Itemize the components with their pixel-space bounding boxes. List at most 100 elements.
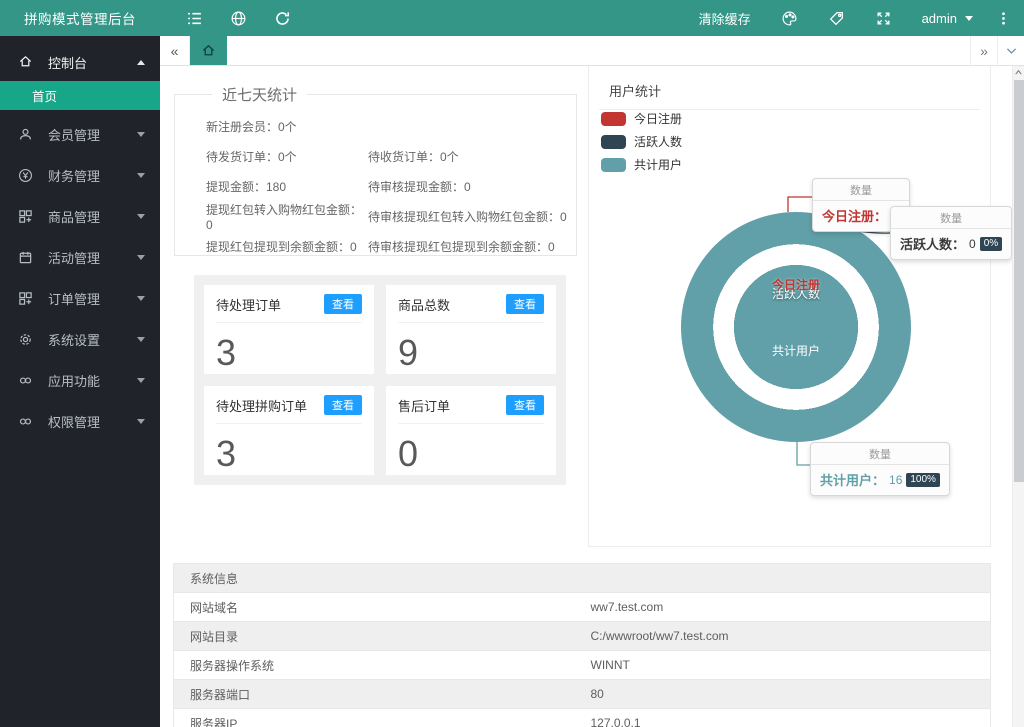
series-name: 今日注册：: [822, 206, 887, 225]
user-icon: [18, 127, 34, 143]
sidebar-item-label: 财务管理: [48, 166, 137, 185]
stat-text: 待审核提现红包提现到余额金额：0: [368, 238, 576, 255]
refresh-icon[interactable]: [274, 10, 291, 27]
donut-center-label: 今日注册: [681, 276, 911, 293]
yen-circle-icon: [18, 168, 34, 184]
chevron-down-icon: [137, 173, 145, 178]
grid-plus-icon: [18, 209, 34, 225]
sidebar-item-settings[interactable]: 系统设置: [0, 319, 160, 360]
stats-row: 提现金额：180 待审核提现金额：0: [206, 171, 576, 201]
table-row: 服务器操作系统 WINNT: [174, 651, 991, 680]
tabs-menu-button[interactable]: [997, 36, 1024, 65]
series-percent-badge: 0%: [980, 237, 1002, 251]
card-value: 3: [216, 335, 362, 371]
chart-label-active-users: 数量 活跃人数： 0 0%: [890, 206, 1012, 260]
card-value: 0: [398, 436, 544, 472]
theme-palette-icon[interactable]: [781, 10, 798, 27]
view-button[interactable]: 查看: [324, 395, 362, 415]
chevron-down-icon: [137, 419, 145, 424]
sidebar-item-activities[interactable]: 活动管理: [0, 237, 160, 278]
sidebar-item-home[interactable]: 首页: [0, 81, 160, 110]
sidebar-item-label: 应用功能: [48, 371, 137, 390]
fullscreen-icon[interactable]: [875, 10, 892, 27]
user-menu[interactable]: admin: [922, 11, 973, 26]
sidebar-item-permissions[interactable]: 权限管理: [0, 401, 160, 442]
legend-item-total-users[interactable]: 共计用户: [601, 156, 682, 173]
gear-icon: [18, 332, 34, 348]
sidebar-item-members[interactable]: 会员管理: [0, 114, 160, 155]
more-options-icon[interactable]: [995, 10, 1012, 27]
sidebar-item-label: 首页: [32, 86, 57, 105]
card-title: 商品总数: [398, 295, 450, 314]
clear-cache-button[interactable]: 清除缓存: [699, 9, 751, 28]
stat-text: 提现红包提现到余额金额：0: [206, 238, 368, 255]
chart-legend: 今日注册 活跃人数 共计用户: [601, 110, 682, 179]
row-value: ww7.test.com: [591, 593, 991, 622]
card-aftersales-orders: 售后订单 查看 0: [386, 386, 556, 475]
sidebar-item-app-functions[interactable]: 应用功能: [0, 360, 160, 401]
series-percent-badge: 100%: [906, 473, 940, 487]
series-name: 活跃人数：: [900, 234, 965, 253]
link-icon: [18, 373, 34, 389]
tabs-scroll-left-button[interactable]: «: [160, 36, 190, 65]
sidebar-item-orders[interactable]: 订单管理: [0, 278, 160, 319]
tab-home[interactable]: [190, 36, 227, 65]
system-info-table: 系统信息 网站域名 ww7.test.com 网站目录 C:/wwwroot/w…: [173, 563, 991, 727]
scroll-up-arrow-icon[interactable]: [1013, 66, 1024, 79]
card-pending-orders: 待处理订单 查看 3: [204, 285, 374, 374]
sidebar-item-label: 控制台: [48, 53, 137, 72]
stat-text: 提现金额：180: [206, 178, 368, 195]
sidebar-item-finance[interactable]: 财务管理: [0, 155, 160, 196]
series-value: 16: [889, 473, 902, 487]
grid-plus-icon: [18, 291, 34, 307]
chevron-up-icon: [137, 60, 145, 65]
card-total-products: 商品总数 查看 9: [386, 285, 556, 374]
sidebar-item-console[interactable]: 控制台: [0, 43, 160, 81]
app-window: 拼购模式管理后台 控制台 首页 会员管理 财务管理: [0, 0, 1024, 727]
username-label: admin: [922, 11, 957, 26]
stat-text: 新注册会员：0个: [206, 118, 368, 135]
sidebar-item-label: 系统设置: [48, 330, 137, 349]
card-title: 待处理订单: [216, 295, 281, 314]
card-title: 售后订单: [398, 396, 450, 415]
stats-row: 待发货订单：0个 待收货订单：0个: [206, 141, 576, 171]
sidebar-item-goods[interactable]: 商品管理: [0, 196, 160, 237]
stats-panel-title: 近七天统计: [212, 84, 307, 105]
legend-label: 活跃人数: [634, 133, 682, 150]
sidebar-item-label: 订单管理: [48, 289, 137, 308]
content-area: 近七天统计 新注册会员：0个 待发货订单：0个 待收货订单：0个 提现金额：18…: [160, 66, 1024, 727]
view-button[interactable]: 查看: [324, 294, 362, 314]
menu-toggle-icon[interactable]: [186, 10, 203, 27]
legend-item-active-users[interactable]: 活跃人数: [601, 133, 682, 150]
chart-label-header: 数量: [813, 179, 909, 201]
chevron-down-icon: [137, 132, 145, 137]
table-row: 网站目录 C:/wwwroot/ww7.test.com: [174, 622, 991, 651]
row-value: 80: [591, 680, 991, 709]
tabbar: « »: [160, 36, 1024, 66]
row-value: 127.0.0.1: [591, 709, 991, 727]
chevron-down-icon: [137, 337, 145, 342]
table-header-row: 系统信息: [174, 564, 991, 593]
legend-label: 共计用户: [634, 156, 682, 173]
donut-chart[interactable]: 今日注册 活跃人数 共计用户: [681, 212, 911, 442]
home-icon: [18, 54, 34, 70]
card-value: 9: [398, 335, 544, 371]
chevron-down-icon: [137, 296, 145, 301]
user-stats-panel: 用户统计 今日注册 活跃人数 共计用户: [588, 66, 991, 547]
sidebar-item-label: 会员管理: [48, 125, 137, 144]
tabs-scroll-right-button[interactable]: »: [970, 36, 997, 65]
stat-text: 待审核提现红包转入购物红包金额：0: [368, 208, 576, 225]
view-button[interactable]: 查看: [506, 294, 544, 314]
legend-item-today-registered[interactable]: 今日注册: [601, 110, 682, 127]
chart-label-header: 数量: [811, 443, 949, 465]
calendar-icon: [18, 250, 34, 266]
vertical-scrollbar[interactable]: [1012, 66, 1024, 727]
series-name: 共计用户：: [820, 470, 885, 489]
legend-swatch: [601, 135, 626, 149]
row-value: WINNT: [591, 651, 991, 680]
tag-icon[interactable]: [828, 10, 845, 27]
view-button[interactable]: 查看: [506, 395, 544, 415]
row-label: 服务器端口: [174, 680, 591, 709]
language-globe-icon[interactable]: [230, 10, 247, 27]
scrollbar-thumb[interactable]: [1014, 80, 1024, 482]
